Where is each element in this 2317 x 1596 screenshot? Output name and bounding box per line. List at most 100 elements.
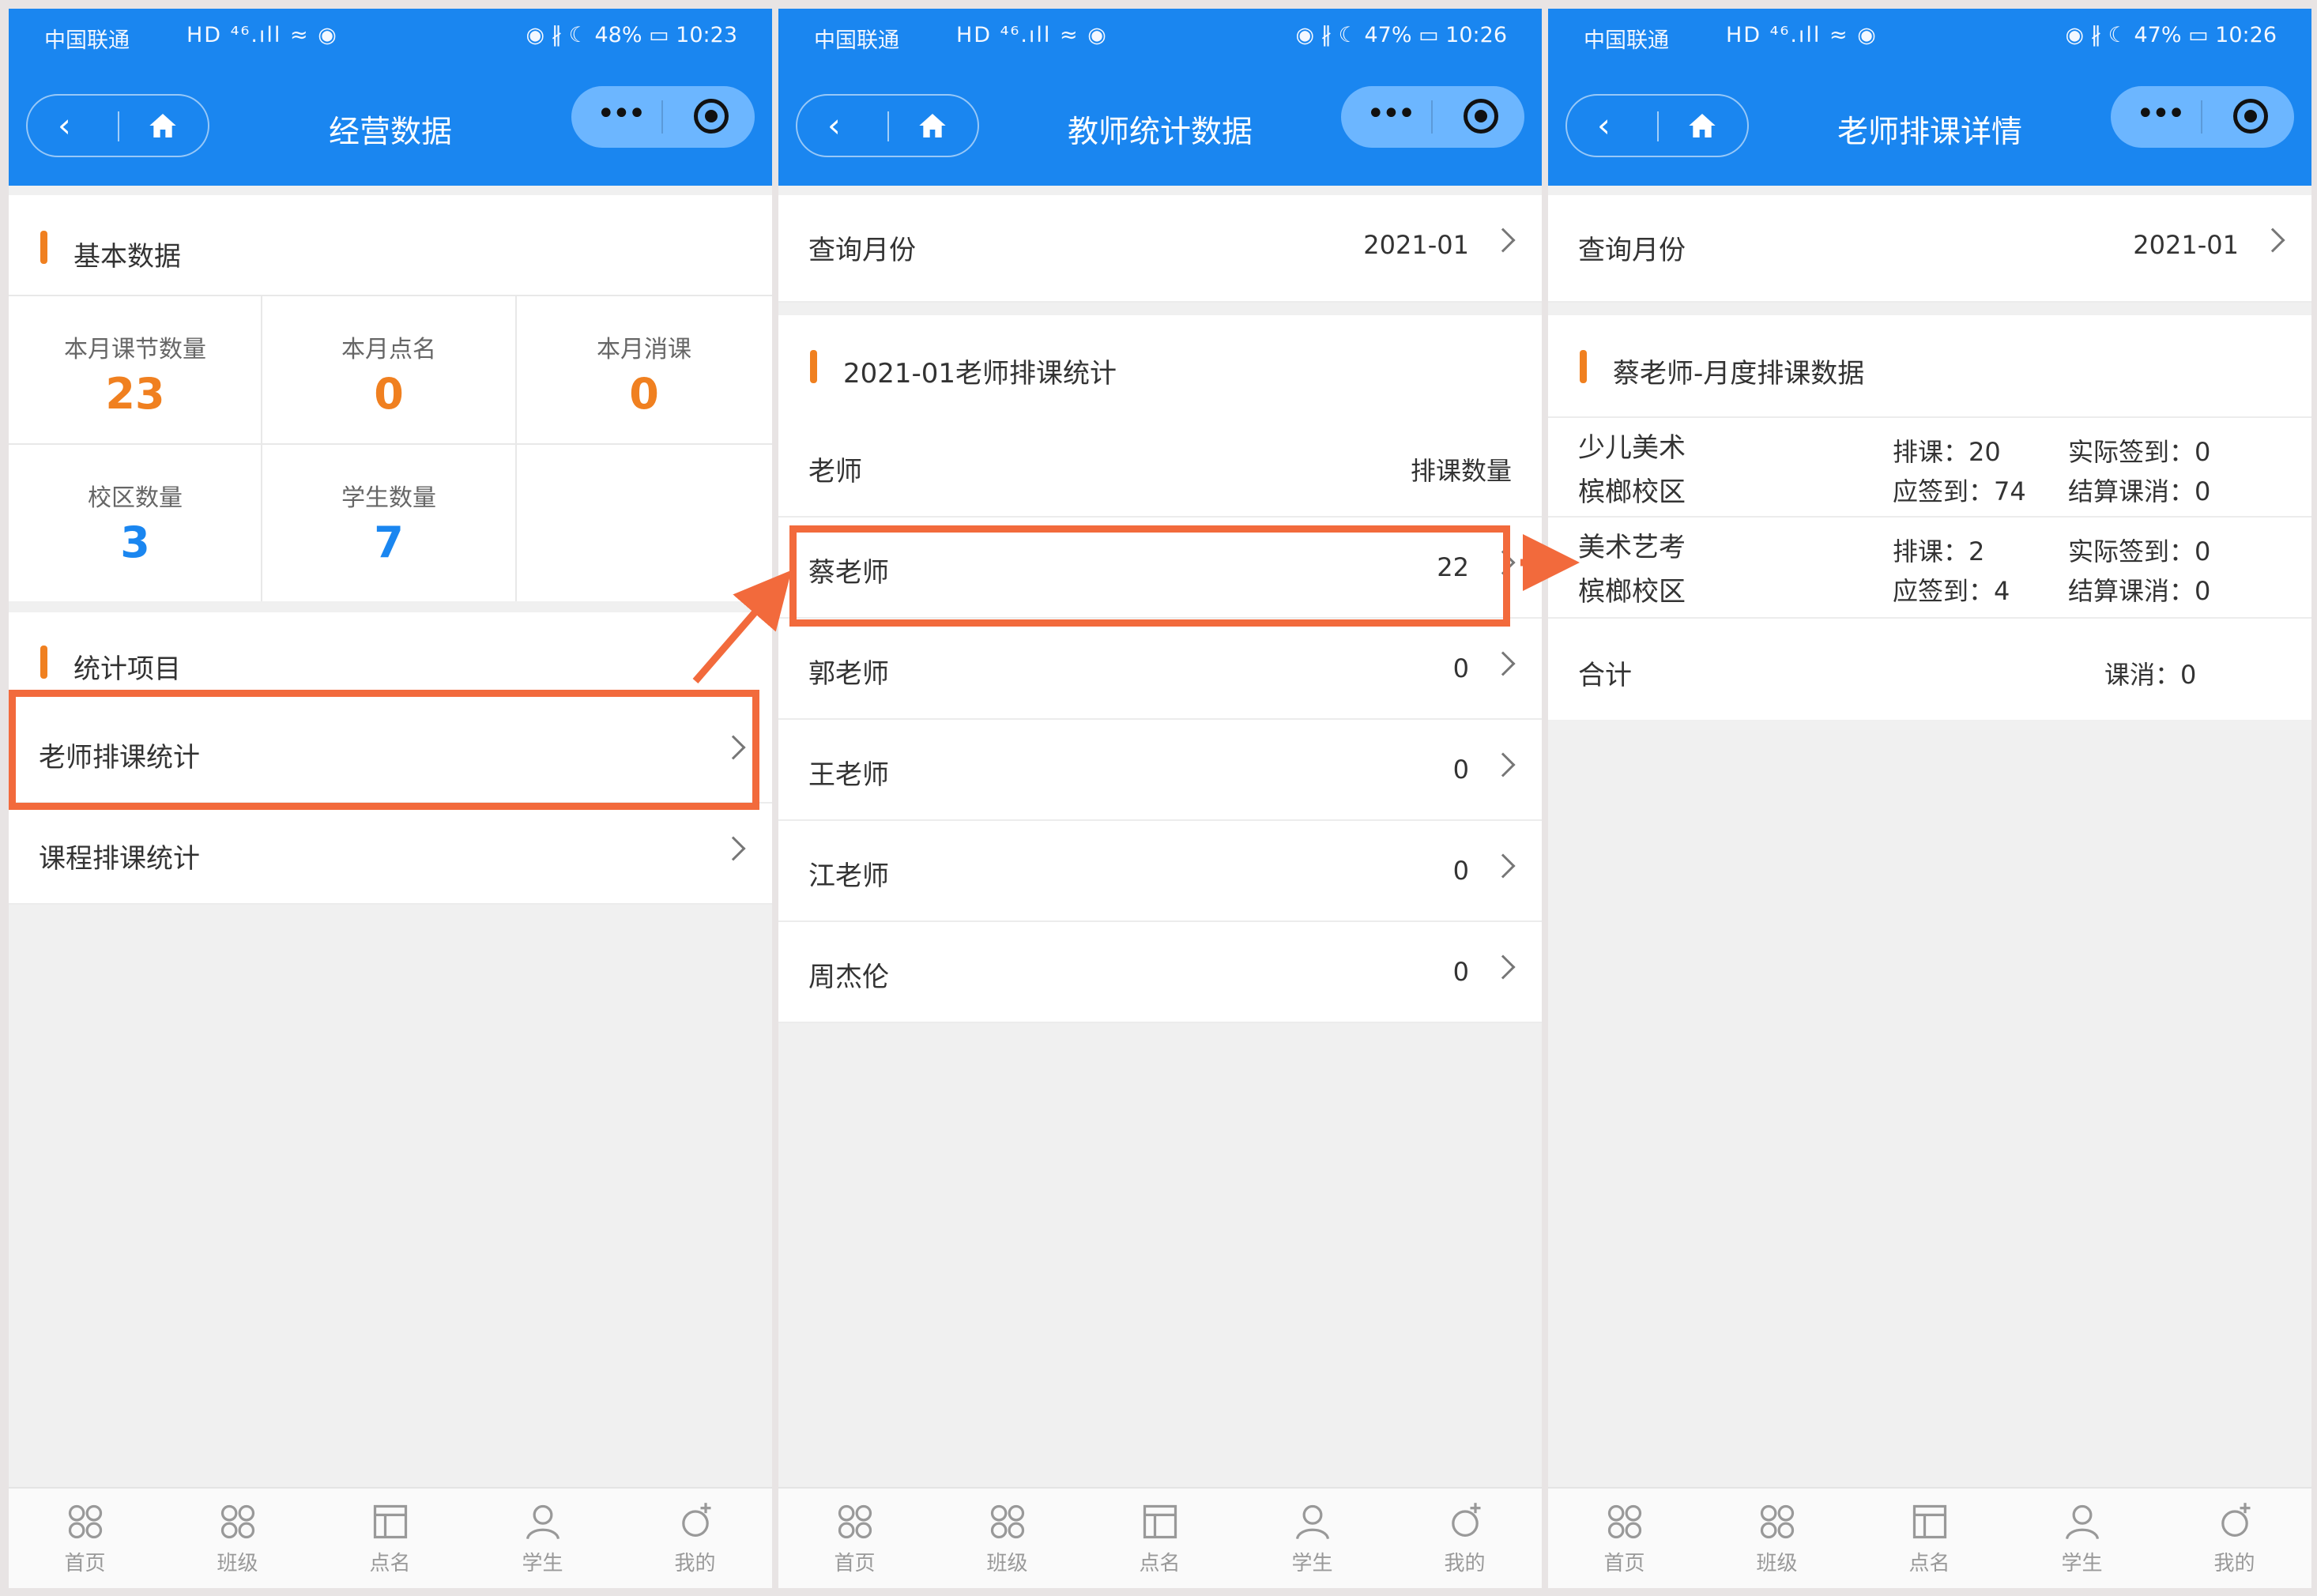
signal-icons: HD ⁴⁶.ıll ≈ ◉ bbox=[956, 23, 1108, 47]
highlight-box bbox=[9, 690, 759, 810]
month-label: 查询月份 bbox=[1578, 235, 1686, 266]
more-icon[interactable]: ••• bbox=[2136, 94, 2186, 134]
total-value: 课消：0 bbox=[2104, 660, 2197, 690]
tab-mine[interactable]: 我的 bbox=[619, 1501, 771, 1576]
carrier-text: 中国联通 bbox=[814, 28, 899, 53]
tab-home[interactable]: 首页 bbox=[778, 1501, 931, 1576]
tab-bar: 首页 班级 点名 学生 我的 bbox=[1548, 1487, 2311, 1588]
status-right: ◉ ∦ ☾ 47% ▭ 10:26 bbox=[1295, 23, 1507, 47]
mini-program-capsule: ••• bbox=[2111, 86, 2294, 148]
screen-business-data: 中国联通 HD ⁴⁶.ıll ≈ ◉ ◉ ∦ ☾ 48% ▭ 10:23 ‹ 经… bbox=[9, 9, 772, 1588]
tab-bar: 首页 班级 点名 学生 我的 bbox=[9, 1487, 772, 1588]
course-row: 少儿美术 槟榔校区 排课：20 应签到：74 实际签到：0 结算课消：0 bbox=[1548, 416, 2311, 518]
screen-teacher-stats: 中国联通 HD ⁴⁶.ıll ≈ ◉ ◉ ∦ ☾ 47% ▭ 10:26 ‹ 教… bbox=[778, 9, 1542, 1588]
carrier-text: 中国联通 bbox=[1584, 28, 1669, 53]
title-bar: 中国联通 HD ⁴⁶.ıll ≈ ◉ ◉ ∦ ☾ 47% ▭ 10:26 ‹ 老… bbox=[1548, 9, 2311, 186]
mini-program-capsule: ••• bbox=[571, 86, 755, 148]
status-right: ◉ ∦ ☾ 48% ▭ 10:23 bbox=[526, 23, 737, 47]
stat-rollcall: 本月点名 0 bbox=[341, 336, 436, 419]
section-marker bbox=[40, 646, 47, 679]
chevron-right-icon bbox=[1490, 954, 1516, 980]
class-grid-icon bbox=[220, 1504, 254, 1539]
status-bar: 中国联通 HD ⁴⁶.ıll ≈ ◉ ◉ ∦ ☾ 48% ▭ 10:23 bbox=[9, 9, 772, 64]
signal-icons: HD ⁴⁶.ıll ≈ ◉ bbox=[1726, 23, 1878, 47]
tab-rollcall[interactable]: 点名 bbox=[314, 1501, 466, 1576]
mine-icon bbox=[2221, 1503, 2250, 1537]
stat-campuses: 校区数量 3 bbox=[88, 484, 183, 567]
month-selector[interactable]: 查询月份 2021-01 bbox=[1548, 195, 2311, 303]
signal-icons: HD ⁴⁶.ıll ≈ ◉ bbox=[186, 23, 338, 47]
user-icon bbox=[526, 1504, 559, 1540]
highlight-box bbox=[789, 525, 1510, 627]
mini-program-capsule: ••• bbox=[1341, 86, 1524, 148]
teacher-row[interactable]: 郭老师 0 bbox=[778, 619, 1542, 720]
section-title: 2021-01老师排课统计 bbox=[843, 358, 1117, 390]
tab-rollcall[interactable]: 点名 bbox=[1853, 1501, 2006, 1576]
status-bar: 中国联通 HD ⁴⁶.ıll ≈ ◉ ◉ ∦ ☾ 47% ▭ 10:26 bbox=[778, 9, 1542, 64]
teacher-row[interactable]: 王老师 0 bbox=[778, 720, 1542, 821]
chevron-right-icon bbox=[1490, 752, 1516, 777]
close-miniprogram-icon[interactable] bbox=[2233, 99, 2268, 134]
month-selector[interactable]: 查询月份 2021-01 bbox=[778, 195, 1542, 303]
section-marker bbox=[1580, 350, 1587, 383]
teacher-row[interactable]: 周杰伦 0 bbox=[778, 922, 1542, 1023]
col-count: 排课数量 bbox=[1410, 456, 1512, 486]
tab-rollcall[interactable]: 点名 bbox=[1083, 1501, 1236, 1576]
item-course-schedule[interactable]: 课程排课统计 bbox=[9, 804, 772, 905]
tab-home[interactable]: 首页 bbox=[9, 1501, 161, 1576]
tab-class[interactable]: 班级 bbox=[1701, 1501, 1853, 1576]
chevron-right-icon bbox=[1490, 228, 1516, 253]
stat-students: 学生数量 7 bbox=[341, 484, 436, 567]
tab-mine[interactable]: 我的 bbox=[1388, 1501, 1541, 1576]
table-header: 老师 排课数量 bbox=[778, 416, 1542, 518]
tab-student[interactable]: 学生 bbox=[466, 1501, 619, 1576]
section-marker bbox=[40, 231, 47, 264]
more-icon[interactable]: ••• bbox=[1366, 94, 1416, 134]
teacher-row[interactable]: 江老师 0 bbox=[778, 821, 1542, 922]
rollcall-icon bbox=[373, 1504, 407, 1539]
class-grid-icon bbox=[990, 1504, 1024, 1539]
rollcall-icon bbox=[1912, 1504, 1946, 1539]
tab-home[interactable]: 首页 bbox=[1548, 1501, 1701, 1576]
month-value: 2021-01 bbox=[2133, 230, 2239, 260]
user-icon bbox=[1295, 1504, 1329, 1540]
status-right: ◉ ∦ ☾ 47% ▭ 10:26 bbox=[2065, 23, 2277, 47]
tab-class[interactable]: 班级 bbox=[161, 1501, 314, 1576]
stat-lessons: 本月课节数量 23 bbox=[64, 336, 206, 419]
tab-class[interactable]: 班级 bbox=[931, 1501, 1083, 1576]
chevron-right-icon bbox=[2260, 228, 2285, 253]
section-marker bbox=[810, 350, 817, 383]
more-icon[interactable]: ••• bbox=[597, 94, 646, 134]
stat-consumed: 本月消课 0 bbox=[597, 336, 691, 419]
user-icon bbox=[2065, 1504, 2099, 1540]
col-teacher: 老师 bbox=[808, 456, 862, 487]
title-bar: 中国联通 HD ⁴⁶.ıll ≈ ◉ ◉ ∦ ☾ 47% ▭ 10:26 ‹ 教… bbox=[778, 9, 1542, 186]
tab-bar: 首页 班级 点名 学生 我的 bbox=[778, 1487, 1542, 1588]
chevron-right-icon bbox=[1490, 651, 1516, 676]
total-row: 合计 课消：0 bbox=[1548, 619, 2311, 720]
mine-icon bbox=[1451, 1503, 1480, 1537]
tab-mine[interactable]: 我的 bbox=[2158, 1501, 2311, 1576]
tab-student[interactable]: 学生 bbox=[2006, 1501, 2158, 1576]
section-title: 基本数据 bbox=[73, 241, 181, 273]
screen-teacher-detail: 中国联通 HD ⁴⁶.ıll ≈ ◉ ◉ ∦ ☾ 47% ▭ 10:26 ‹ 老… bbox=[1548, 9, 2311, 1588]
tab-student[interactable]: 学生 bbox=[1236, 1501, 1388, 1576]
month-label: 查询月份 bbox=[808, 235, 916, 266]
class-grid-icon bbox=[1760, 1504, 1794, 1539]
title-bar: 中国联通 HD ⁴⁶.ıll ≈ ◉ ◉ ∦ ☾ 48% ▭ 10:23 ‹ 经… bbox=[9, 9, 772, 186]
chevron-right-icon bbox=[721, 836, 746, 861]
chevron-right-icon bbox=[1490, 853, 1516, 879]
close-miniprogram-icon[interactable] bbox=[694, 99, 729, 134]
status-bar: 中国联通 HD ⁴⁶.ıll ≈ ◉ ◉ ∦ ☾ 47% ▭ 10:26 bbox=[1548, 9, 2311, 64]
home-grid-icon bbox=[838, 1504, 872, 1539]
mine-icon bbox=[681, 1503, 710, 1537]
close-miniprogram-icon[interactable] bbox=[1464, 99, 1498, 134]
rollcall-icon bbox=[1143, 1504, 1177, 1539]
item-label: 课程排课统计 bbox=[39, 843, 200, 875]
section-header: 2021-01老师排课统计 bbox=[778, 315, 1542, 416]
section-title: 蔡老师-月度排课数据 bbox=[1613, 358, 1865, 390]
section-title: 统计项目 bbox=[73, 653, 181, 685]
home-grid-icon bbox=[1607, 1504, 1641, 1539]
basic-data-card: 基本数据 本月课节数量 23 本月点名 0 本月消课 0 校区数量 3 学生数量… bbox=[9, 195, 772, 601]
total-label: 合计 bbox=[1578, 660, 1632, 691]
